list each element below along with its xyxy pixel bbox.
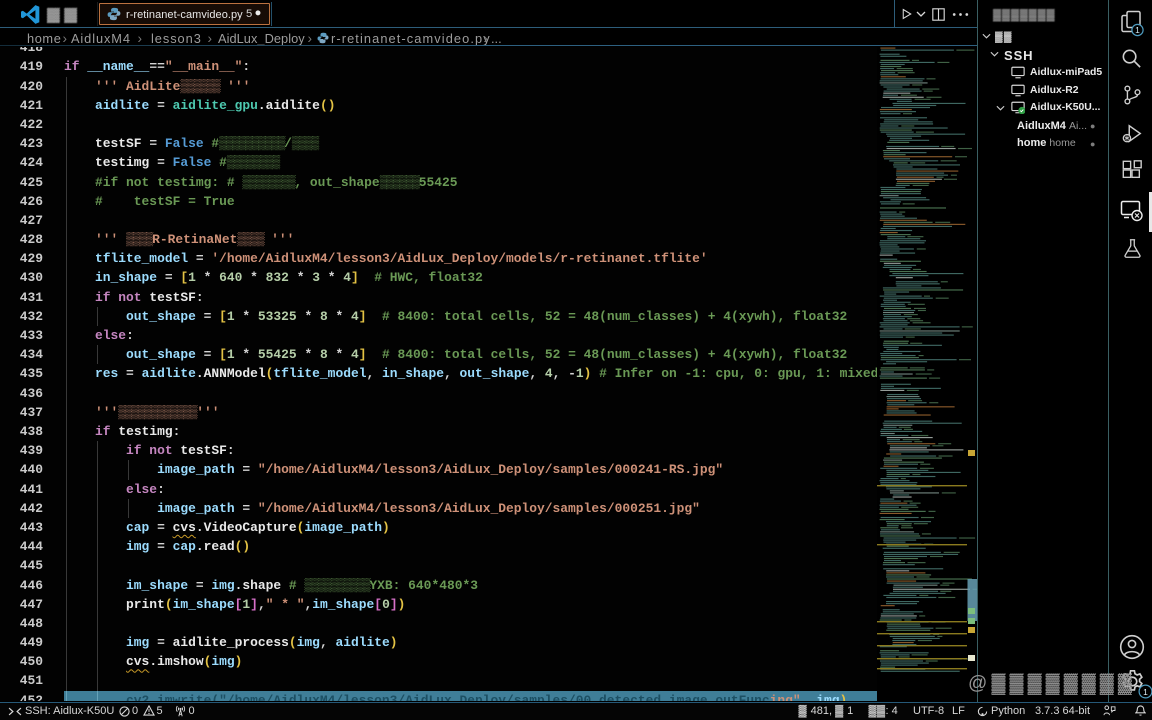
svg-text:1: 1 <box>1135 25 1140 35</box>
svg-text:1: 1 <box>1143 687 1148 697</box>
